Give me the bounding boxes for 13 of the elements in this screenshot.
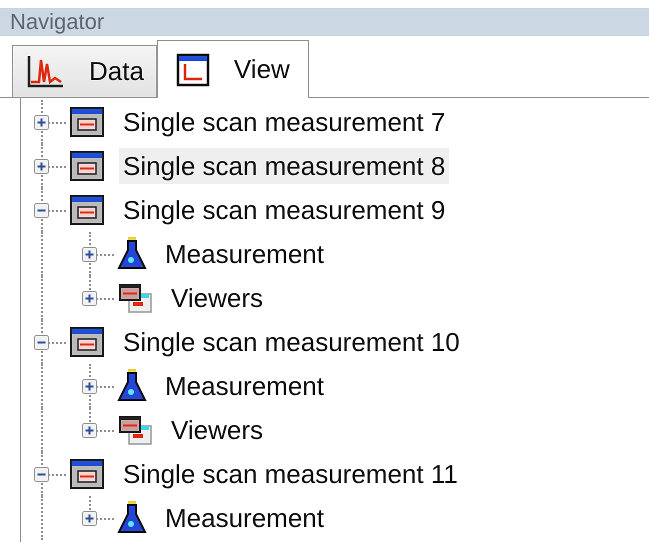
tab[interactable]: View (156, 40, 309, 98)
tree-item[interactable]: Single scan measurement 8 (119, 148, 450, 184)
tree-item[interactable]: Measurement (161, 368, 328, 404)
tree-item[interactable]: Single scan measurement 10 (119, 324, 464, 360)
tree-item[interactable]: Viewers (167, 280, 268, 316)
tab[interactable]: Data (12, 45, 157, 97)
panel-title: Navigator (0, 8, 649, 36)
tree-item[interactable]: Viewers (167, 412, 268, 448)
tree-item[interactable]: Single scan measurement 7 (119, 104, 450, 140)
tree-item[interactable]: Single scan measurement 9 (119, 192, 450, 228)
tree-item[interactable]: Measurement (161, 500, 328, 536)
tree-item[interactable]: Single scan measurement 11 (119, 456, 462, 492)
tree-item[interactable]: Measurement (161, 236, 328, 272)
